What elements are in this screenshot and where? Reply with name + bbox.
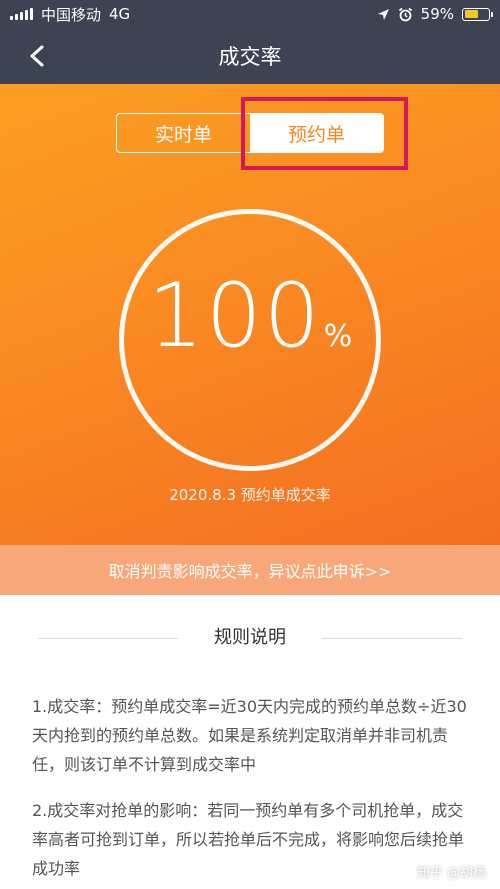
nav-bar: 成交率 (0, 28, 500, 84)
divider-right (322, 638, 462, 639)
status-right: 59% (377, 5, 493, 23)
chevron-left-icon[interactable] (26, 44, 48, 68)
network-label: 4G (109, 5, 131, 23)
page-title: 成交率 (218, 45, 282, 69)
rate-caption: 2020.8.3 预约单成交率 (169, 486, 331, 504)
battery-fill (464, 10, 479, 18)
appeal-link[interactable]: 取消判责影响成交率，异议点此申诉>> (0, 545, 500, 595)
rate-unit: % (323, 319, 353, 354)
rule-item: 1.成交率：预约单成交率=近30天内完成的预约单总数÷近30天内抢到的预约单总数… (32, 697, 467, 774)
battery-icon (462, 7, 493, 21)
rate-display: 100 % (119, 264, 381, 367)
rate-panel: 实时单 预约单 100 % 2020.8.3 预约单成交率 (0, 84, 500, 545)
rules-header: 规则说明 (0, 623, 500, 653)
tab-realtime-orders[interactable]: 实时单 (117, 114, 250, 152)
status-left: 中国移动 4G (10, 4, 130, 25)
watermark: 知乎 @胡杨 (416, 866, 486, 881)
rate-value: 100 (147, 264, 322, 367)
status-bar: 中国移动 4G 59% (0, 0, 500, 28)
location-arrow-icon (377, 8, 389, 20)
battery-percent: 59% (420, 5, 454, 23)
signal-icon (10, 8, 33, 20)
alarm-icon (398, 7, 412, 21)
carrier-label: 中国移动 (41, 5, 102, 24)
highlight-box (241, 97, 408, 170)
rule-item: 2.成交率对抢单的影响：若同一预约单有多个司机抢单，成交率高者可抢到订单，所以若… (32, 801, 465, 878)
